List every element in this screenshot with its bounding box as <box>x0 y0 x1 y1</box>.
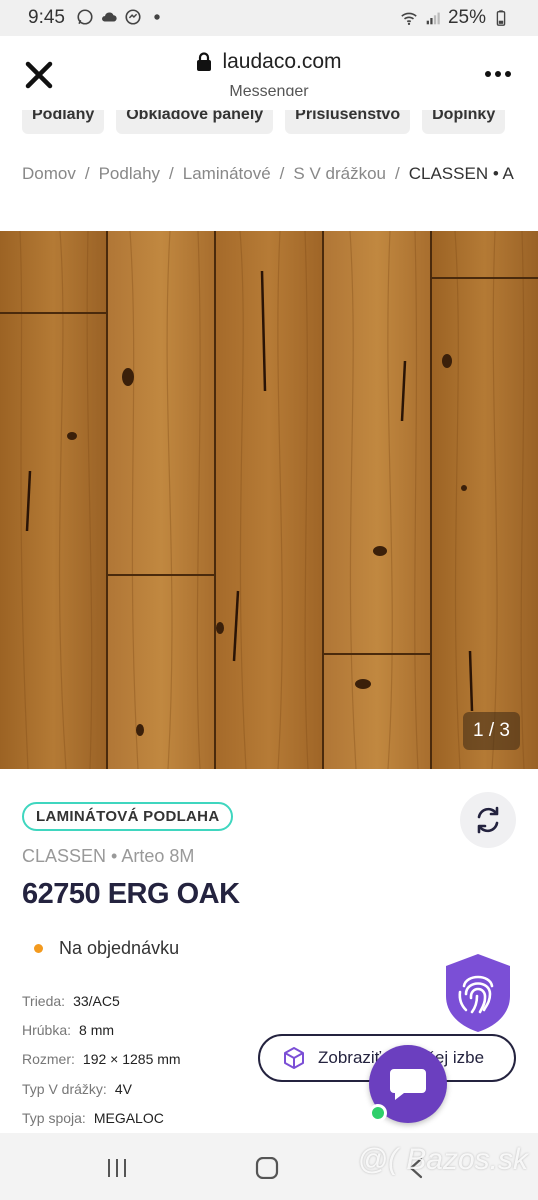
spec-label: Typ V drážky: <box>22 1080 107 1097</box>
spec-value: 33/AC5 <box>73 992 120 1009</box>
whatsapp-icon <box>77 9 93 25</box>
battery-icon <box>496 10 506 26</box>
category-tag[interactable]: LAMINÁTOVÁ PODLAHA <box>22 802 234 831</box>
product-image[interactable]: 1 / 3 <box>0 231 538 769</box>
spec-row: Trieda: 33/AC5 <box>22 986 181 1015</box>
spec-value: 192 × 1285 mm <box>82 1051 181 1068</box>
breadcrumb-separator: / <box>169 164 174 183</box>
lock-icon <box>197 52 212 71</box>
image-counter: 1 / 3 <box>463 712 520 750</box>
specs-list: Trieda: 33/AC5 Hrúbka: 8 mm Rozmer: 192 × 128… <box>22 986 181 1132</box>
breadcrumb-separator: / <box>84 164 90 183</box>
spec-row: Typ V drážky: 4V <box>22 1074 181 1103</box>
availability-text: Na objednávku <box>59 938 180 958</box>
home-icon[interactable] <box>254 1157 280 1179</box>
messenger-icon <box>125 9 141 25</box>
url-text: laudaco.com <box>222 50 342 73</box>
breadcrumb-link[interactable]: S V drážkou <box>293 164 386 183</box>
spec-value: 8 mm <box>79 1021 115 1038</box>
breadcrumb-link[interactable]: Laminátové <box>183 164 271 183</box>
more-icon[interactable] <box>484 64 512 84</box>
spec-row: Rozmer: 192 × 1285 mm <box>22 1045 181 1074</box>
spec-label: Hrúbka: <box>22 1021 72 1038</box>
spec-row: Hrúbka: 8 mm <box>22 1015 181 1044</box>
breadcrumb-separator: / <box>395 164 400 183</box>
refresh-icon <box>477 806 499 834</box>
signal-icon <box>426 12 440 25</box>
breadcrumb-link[interactable]: Domov <box>22 164 76 183</box>
spec-value: MEGALOC <box>93 1109 164 1126</box>
cloud-icon <box>102 12 117 22</box>
breadcrumb: Domov / Podlahy / Laminátové / S V drážkou / CLA… <box>22 164 514 184</box>
system-nav-bar: @( Bazos.sk <box>0 1133 538 1200</box>
breadcrumb-current: CLASSEN • A <box>408 164 514 183</box>
spec-label: Trieda: <box>22 992 66 1009</box>
status-time: 9:45 <box>28 7 65 28</box>
watermark: @( Bazos.sk <box>357 1143 529 1176</box>
spec-label: Typ spoja: <box>22 1109 86 1126</box>
wifi-icon <box>401 12 417 26</box>
recents-icon[interactable] <box>104 1157 130 1179</box>
spec-row: Typ spoja: MEGALOC <box>22 1103 181 1132</box>
url-area[interactable]: laudaco.com Messenger <box>0 50 538 101</box>
spec-value: 4V <box>114 1080 132 1097</box>
wood-floor-image <box>0 231 538 769</box>
spec-label: Rozmer: <box>22 1051 75 1068</box>
category-chips: Podlahy Obkladové panely Príslušenstvo Dopl… <box>0 96 538 134</box>
chat-bubble-icon <box>390 1069 426 1100</box>
dot-icon <box>154 14 160 20</box>
status-bar: 9:45 25% <box>0 0 538 36</box>
availability-dot <box>34 944 43 953</box>
brand-line: CLASSEN • Arteo 8M <box>22 846 195 866</box>
online-indicator <box>369 1104 387 1122</box>
breadcrumb-separator: / <box>279 164 285 183</box>
breadcrumb-link[interactable]: Podlahy <box>99 164 160 183</box>
product-title: 62750 ERG OAK <box>22 878 240 910</box>
battery-percent: 25% <box>447 7 486 28</box>
fingerprint-shield-icon[interactable] <box>444 952 512 1034</box>
compare-button[interactable] <box>460 792 516 848</box>
availability: Na objednávku <box>34 938 179 959</box>
cube-icon <box>284 1047 304 1069</box>
